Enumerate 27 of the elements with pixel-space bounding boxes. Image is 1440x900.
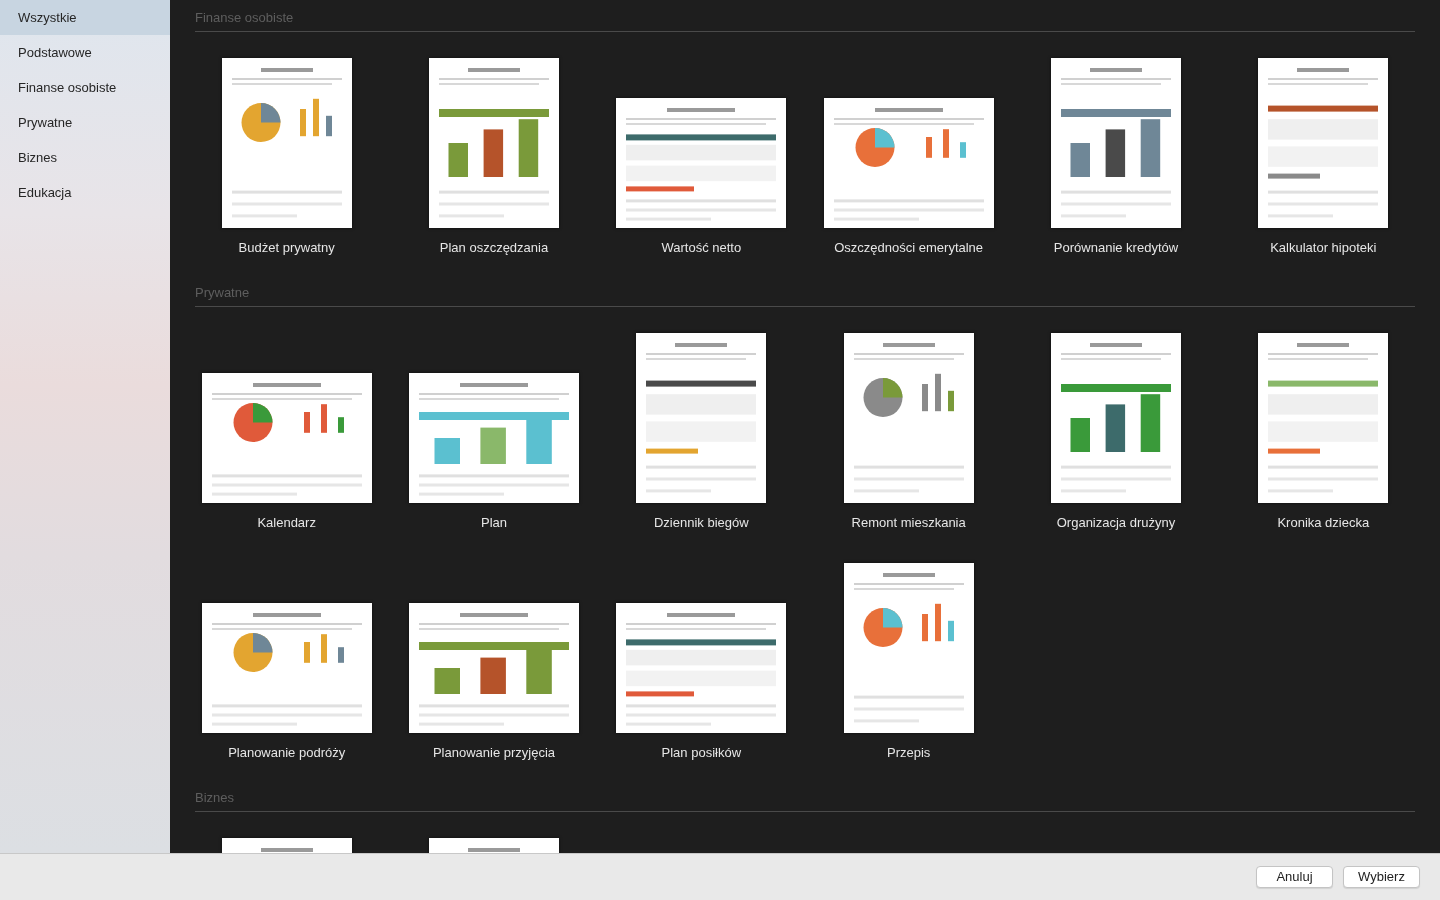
template-name: Porównanie kredytów bbox=[1053, 240, 1179, 256]
template-name: Planowanie przyjęcia bbox=[432, 745, 556, 761]
sidebar-item[interactable]: Podstawowe bbox=[0, 35, 170, 70]
template-name: Oszczędności emerytalne bbox=[834, 240, 984, 256]
section-title: Prywatne bbox=[195, 285, 250, 300]
template-name: Kronika dziecka bbox=[1277, 515, 1370, 531]
template-name: Przepis bbox=[886, 745, 931, 761]
template-name: Wartość netto bbox=[661, 240, 742, 256]
section-title: Finanse osobiste bbox=[195, 10, 294, 25]
sidebar-item[interactable]: Biznes bbox=[0, 140, 170, 175]
sidebar-item[interactable]: Prywatne bbox=[0, 105, 170, 140]
sidebar-item[interactable]: Edukacja bbox=[0, 175, 170, 210]
template-name: Plan posiłków bbox=[661, 745, 742, 761]
dialog-button[interactable]: Wybierz bbox=[1343, 866, 1420, 888]
sidebar-item[interactable]: Finanse osobiste bbox=[0, 70, 170, 105]
template-name: Kalkulator hipoteki bbox=[1270, 240, 1377, 256]
sidebar-item[interactable]: Wszystkie bbox=[0, 0, 170, 35]
template-name: Organizacja drużyny bbox=[1056, 515, 1176, 531]
template-name: Budżet prywatny bbox=[238, 240, 335, 256]
template-name: Plan bbox=[480, 515, 507, 531]
template-name: Dziennik biegów bbox=[654, 515, 749, 531]
template-name: Planowanie podróży bbox=[228, 745, 346, 761]
section-title: Biznes bbox=[195, 790, 235, 805]
dialog-button[interactable]: Anuluj bbox=[1256, 866, 1333, 888]
template-name: Kalendarz bbox=[257, 515, 316, 531]
template-name: Remont mieszkania bbox=[851, 515, 966, 531]
template-name: Plan oszczędzania bbox=[439, 240, 549, 256]
